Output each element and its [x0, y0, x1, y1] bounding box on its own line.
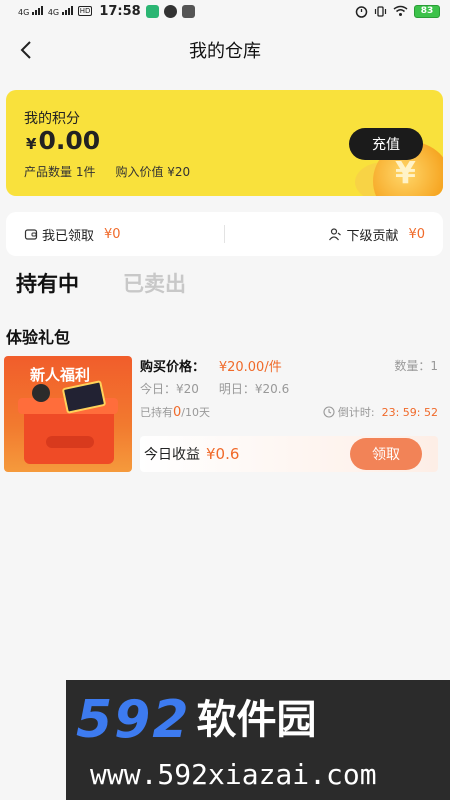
countdown-value: 23: 59: 52 [381, 405, 438, 419]
earnings-label: 今日收益 [144, 447, 200, 463]
gift-box [24, 406, 114, 464]
page-title: 我的仓库 [189, 41, 261, 62]
hold-row: 已持有0/10天 倒计时: 23: 59: 52 [140, 404, 438, 420]
my-claimed-value: ¥0 [104, 226, 121, 242]
back-button[interactable] [12, 36, 40, 64]
battery-icon: 83 [414, 4, 440, 18]
purchase-value: 购入价值 ¥20 [115, 165, 191, 179]
signal-label-2: 4G [47, 8, 60, 17]
claim-button[interactable]: 领取 [350, 438, 422, 470]
earnings-row: 今日收益 ¥0.6 领取 [140, 436, 438, 472]
watermark-number: 592 [76, 690, 191, 750]
quantity: 数量：1 [394, 359, 438, 373]
user-icon [329, 228, 342, 241]
countdown-label: 倒计时: [337, 406, 375, 419]
countdown: 倒计时: 23: 59: 52 [323, 404, 438, 420]
sub-contribution[interactable]: 下级贡献 ¥0 [225, 225, 443, 244]
my-claimed[interactable]: 我已领取 ¥0 [6, 225, 224, 244]
app-icon [181, 4, 195, 18]
vibrate-icon [374, 5, 387, 17]
watermark-url: www.592xiazai.com [90, 758, 377, 791]
earnings-value: ¥0.6 [206, 445, 240, 463]
wallet-icon [24, 229, 38, 240]
recharge-button[interactable]: 充值 [349, 128, 423, 160]
held-prefix: 已持有 [140, 406, 173, 419]
watermark-logo: 592 软件园 www.592xiazai.com [66, 680, 450, 800]
status-bar: 4G 4G HD 17:58 83 [0, 0, 450, 22]
my-claimed-label: 我已领取 [42, 228, 95, 244]
clock-icon [323, 406, 335, 418]
signal-label-1: 4G [18, 8, 30, 17]
status-right: 83 [355, 4, 440, 18]
currency-symbol: ¥ [26, 135, 37, 153]
points-card: ¥ 我的积分 ¥ 0.00 产品数量 1件 购入价值 ¥20 充值 [6, 90, 443, 196]
held-days: 已持有0/10天 [140, 404, 210, 420]
gift-logo [46, 436, 94, 448]
wifi-icon [393, 5, 408, 16]
product-count: 产品数量 1件 [24, 165, 96, 179]
points-label: 我的积分 [24, 111, 80, 127]
watermark-text: 软件园 [196, 697, 317, 743]
claim-summary-bar: 我已领取 ¥0 下级贡献 ¥0 [6, 212, 443, 256]
signal-icon: 4G [18, 5, 43, 17]
nav-bar: 我的仓库 [0, 28, 450, 72]
chevron-left-icon [20, 41, 31, 59]
hd-badge: HD [77, 6, 93, 16]
clock: 17:58 [99, 3, 141, 19]
gift-image-title: 新人福利 [30, 366, 91, 384]
points-meta: 产品数量 1件 购入价值 ¥20 [24, 163, 190, 180]
day-prices: 今日：¥20 明日：¥20.6 [140, 380, 289, 397]
sub-contrib-value: ¥0 [408, 226, 425, 242]
chat-icon [163, 4, 177, 18]
tomorrow-price: 明日：¥20.6 [218, 382, 290, 396]
today-price: 今日：¥20 [140, 382, 199, 396]
tabs: 持有中 已卖出 [16, 268, 186, 304]
points-value: ¥ 0.00 [26, 126, 100, 155]
watermark-brand: 592 软件园 [76, 694, 317, 746]
buy-price-label: 购买价格： [140, 360, 206, 375]
tab-sold[interactable]: 已卖出 [123, 268, 186, 304]
gift-info: 购买价格： ¥20.00/件 数量：1 今日：¥20 明日：¥20.6 已持有0… [140, 356, 442, 472]
gift-image: 新人福利 [4, 356, 132, 472]
signal-icon-2: 4G [48, 5, 73, 17]
status-left: 4G 4G HD 17:58 [18, 4, 195, 19]
price-row: 购买价格： ¥20.00/件 数量：1 [140, 356, 438, 375]
held-suffix: /10天 [181, 406, 210, 419]
alarm-icon [355, 5, 368, 18]
points-amount: 0.00 [38, 126, 101, 155]
section-title: 体验礼包 [6, 328, 71, 347]
ant-mascot-icon [32, 384, 50, 402]
buy-price: ¥20.00/件 [218, 360, 282, 375]
gift-item: 新人福利 购买价格： ¥20.00/件 数量：1 今日：¥20 明日：¥20.6… [4, 356, 442, 472]
tab-holding[interactable]: 持有中 [16, 268, 79, 304]
wechat-icon [145, 4, 159, 18]
sub-contrib-label: 下级贡献 [346, 228, 399, 244]
